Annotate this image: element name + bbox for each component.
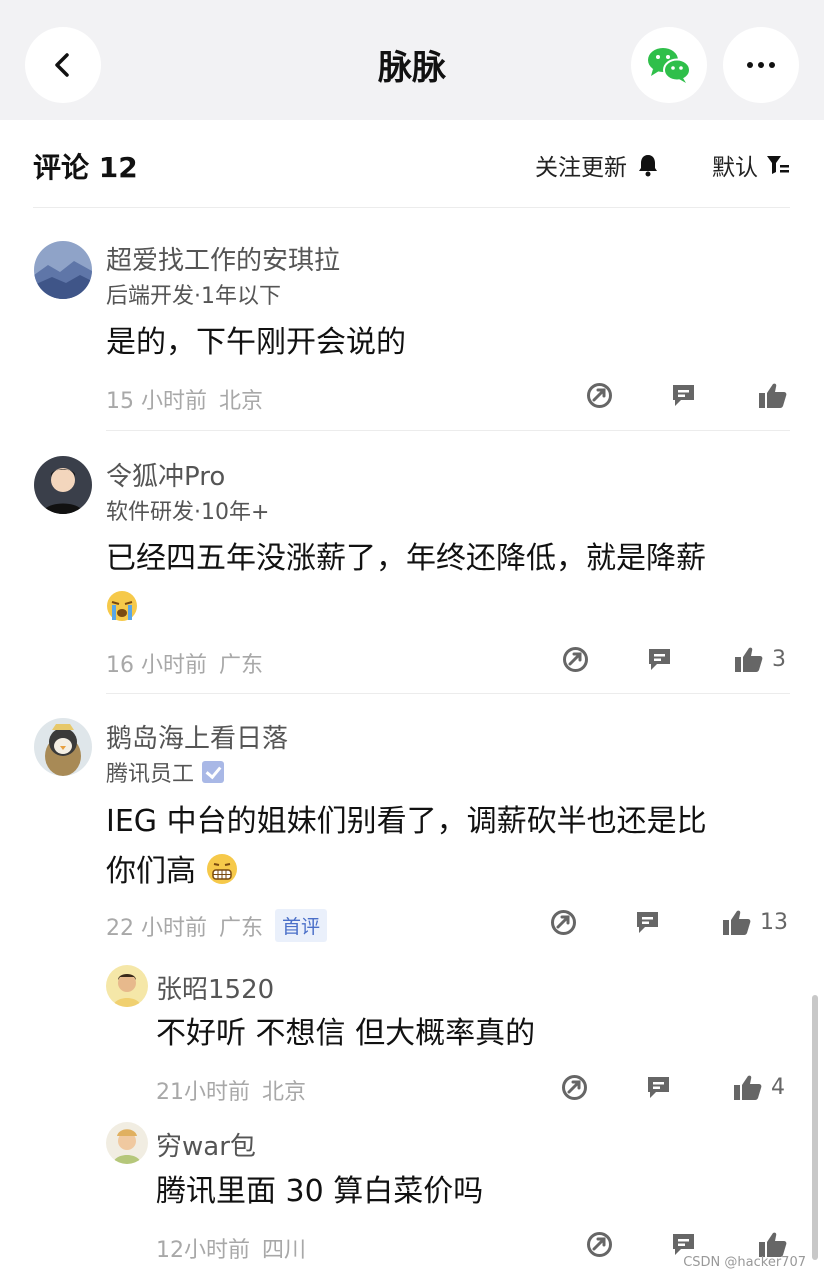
bell-icon: [639, 155, 657, 177]
comment-author-role: 后端开发·1年以下: [106, 278, 281, 310]
role-text: 腾讯员工: [106, 762, 195, 787]
sort-button[interactable]: 默认: [712, 148, 790, 182]
scrollbar[interactable]: [812, 995, 818, 1260]
reply-content: 腾讯里面 30 算白菜价吗: [156, 1174, 484, 1209]
share-button[interactable]: [586, 382, 613, 409]
avatar[interactable]: [34, 718, 92, 776]
share-button[interactable]: [586, 1231, 613, 1258]
more-button[interactable]: [723, 27, 799, 103]
follow-updates-label: 关注更新: [535, 155, 627, 181]
comment-time: 16 小时前: [106, 653, 207, 678]
more-dots-icon: [747, 62, 775, 68]
filter-icon: [767, 156, 789, 174]
reply-location: 四川: [262, 1238, 307, 1263]
reply-meta: 21小时前 北京: [156, 1074, 306, 1106]
comment-author[interactable]: 令狐冲Pro: [106, 456, 225, 493]
comment-location: 广东: [219, 915, 264, 941]
reply-button[interactable]: [670, 382, 697, 409]
like-button[interactable]: 3: [734, 646, 786, 673]
comment-author-role: 腾讯员工: [106, 756, 225, 788]
reply-meta: 12小时前 四川: [156, 1232, 306, 1264]
thumbs-up-icon: [759, 1232, 787, 1257]
avatar[interactable]: [34, 241, 92, 299]
comment-author-role: 软件研发·10年+: [106, 494, 269, 526]
top-bar: 脉脉: [0, 0, 824, 120]
comment-content: 已经四五年没涨薪了，年终还降低，就是降薪: [106, 534, 786, 634]
divider: [106, 430, 790, 431]
role-text: 后端开发·1年以下: [106, 284, 281, 309]
follow-updates-button[interactable]: 关注更新: [535, 148, 659, 182]
comment-count: 评论 12: [33, 151, 138, 184]
share-button[interactable]: [561, 1074, 588, 1101]
comment-location: 北京: [219, 389, 264, 414]
comment-time: 15 小时前: [106, 389, 207, 414]
mountain-avatar-icon: [34, 241, 92, 299]
like-count: 13: [760, 910, 788, 935]
reply-author[interactable]: 穷war包: [156, 1126, 256, 1163]
thumbs-up-icon: [734, 1075, 762, 1100]
role-text: 软件研发·10年+: [106, 500, 270, 525]
avatar[interactable]: [106, 1122, 148, 1164]
reply-location: 北京: [262, 1080, 307, 1105]
like-button[interactable]: [758, 382, 788, 409]
grimacing-face-emoji: [206, 854, 237, 884]
thumbs-up-icon: [759, 383, 787, 408]
comment-meta: 16 小时前 广东: [106, 647, 263, 679]
share-button[interactable]: [550, 909, 577, 936]
comment-author[interactable]: 鹅岛海上看日落: [106, 718, 288, 755]
reply-button[interactable]: [646, 646, 673, 673]
comment-text-line1: IEG 中台的姐妹们别看了，调薪砍半也还是比: [106, 804, 707, 839]
comment-time: 22 小时前: [106, 915, 207, 941]
cartoon-avatar-icon: [106, 1122, 148, 1164]
comment-location: 广东: [219, 653, 264, 678]
watermark: CSDN @hacker707: [683, 1255, 806, 1270]
thumbs-up-icon: [735, 647, 763, 672]
penguin-avatar-icon: [34, 718, 92, 776]
comment-icon: [637, 912, 658, 933]
like-button[interactable]: 4: [733, 1074, 785, 1101]
comment-icon: [648, 1077, 669, 1098]
share-icon: [551, 910, 576, 935]
comment-icon: [649, 649, 670, 670]
share-icon: [587, 1232, 612, 1257]
share-icon: [587, 383, 612, 408]
reply-author[interactable]: 张昭1520: [156, 969, 274, 1006]
verified-badge-icon: [202, 761, 225, 783]
like-button[interactable]: 13: [722, 909, 788, 936]
avatar[interactable]: [106, 965, 148, 1007]
comment-author[interactable]: 超爱找工作的安琪拉: [106, 240, 340, 277]
comment-text-line2: 你们高: [106, 854, 196, 889]
comment-meta: 22 小时前 广东 首评: [106, 909, 328, 942]
cartoon-avatar-icon: [106, 965, 148, 1007]
reply-button[interactable]: [670, 1231, 697, 1258]
like-button[interactable]: [758, 1231, 788, 1258]
like-count: 3: [772, 647, 786, 672]
share-button[interactable]: [562, 646, 589, 673]
divider: [33, 207, 790, 208]
comment-content: 是的，下午刚开会说的: [106, 325, 406, 360]
wechat-share-button[interactable]: [631, 27, 707, 103]
reply-content: 不好听 不想信 但大概率真的: [156, 1016, 536, 1051]
reply-button[interactable]: [645, 1074, 672, 1101]
avatar[interactable]: [34, 456, 92, 514]
comment-text: 已经四五年没涨薪了，年终还降低，就是降薪: [106, 541, 706, 576]
comments-header: 评论 12 关注更新 默认: [0, 120, 824, 208]
comment-content: IEG 中台的姐妹们别看了，调薪砍半也还是比 你们高: [106, 797, 796, 897]
share-icon: [563, 647, 588, 672]
reply-time: 21小时前: [156, 1080, 250, 1105]
like-count: 4: [771, 1075, 785, 1100]
share-icon: [562, 1075, 587, 1100]
comment-icon: [673, 385, 694, 406]
crying-face-emoji: [107, 591, 137, 621]
first-comment-badge: 首评: [275, 909, 328, 942]
reply-button[interactable]: [634, 909, 661, 936]
reply-time: 12小时前: [156, 1238, 250, 1263]
comment-icon: [673, 1234, 694, 1255]
wechat-icon: [648, 48, 691, 83]
divider: [106, 693, 790, 694]
thumbs-up-icon: [723, 910, 751, 935]
sort-label: 默认: [712, 155, 758, 181]
person-avatar-icon: [34, 456, 92, 514]
comment-meta: 15 小时前 北京: [106, 383, 263, 415]
